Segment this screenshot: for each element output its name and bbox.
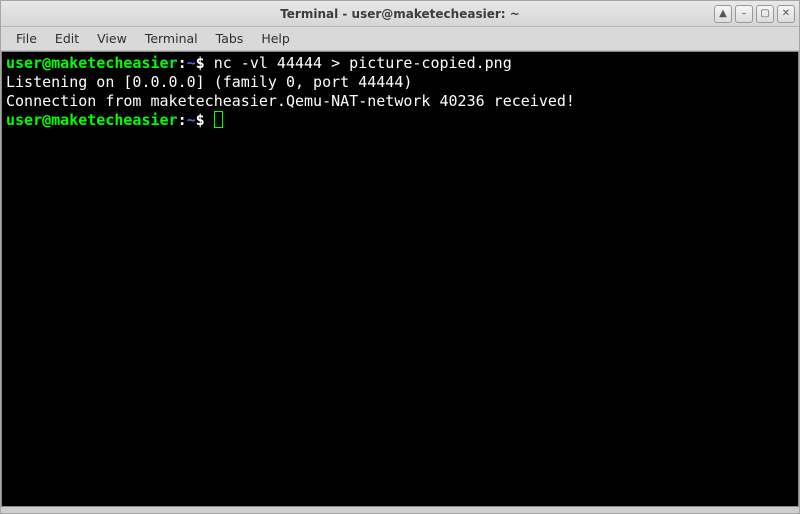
cursor <box>214 111 223 128</box>
output-text: Connection from maketecheasier.Qemu-NAT-… <box>6 92 575 110</box>
terminal-output-line: Listening on [0.0.0.0] (family 0, port 4… <box>6 73 794 92</box>
menu-edit[interactable]: Edit <box>46 28 88 49</box>
titlebar[interactable]: Terminal - user@maketecheasier: ~ ▲ – ▢ … <box>1 1 799 27</box>
prompt-user-host: user@maketecheasier <box>6 111 178 129</box>
prompt-path: ~ <box>187 111 196 129</box>
prompt-path: ~ <box>187 54 196 72</box>
maximize-button[interactable]: ▢ <box>756 5 774 23</box>
terminal-window: Terminal - user@maketecheasier: ~ ▲ – ▢ … <box>0 0 800 514</box>
prompt-separator: : <box>178 54 187 72</box>
prompt-dollar: $ <box>196 54 214 72</box>
menu-tabs[interactable]: Tabs <box>207 28 253 49</box>
prompt-user-host: user@maketecheasier <box>6 54 178 72</box>
menu-terminal[interactable]: Terminal <box>136 28 207 49</box>
menubar: File Edit View Terminal Tabs Help <box>1 27 799 51</box>
close-icon: ✕ <box>782 8 790 19</box>
triangle-up-icon: ▲ <box>719 8 727 19</box>
menu-view[interactable]: View <box>88 28 136 49</box>
maximize-icon: ▢ <box>760 8 769 19</box>
prompt-dollar: $ <box>196 111 214 129</box>
window-title: Terminal - user@maketecheasier: ~ <box>1 7 799 21</box>
ontop-button[interactable]: ▲ <box>714 5 732 23</box>
window-controls: ▲ – ▢ ✕ <box>711 5 799 23</box>
command-text: nc -vl 44444 > picture-copied.png <box>214 54 512 72</box>
terminal-prompt-line: user@maketecheasier:~$ <box>6 111 794 130</box>
window-bottom-border <box>1 507 799 513</box>
minimize-icon: – <box>742 8 747 19</box>
menu-help[interactable]: Help <box>252 28 299 49</box>
menu-file[interactable]: File <box>7 28 46 49</box>
terminal-output[interactable]: user@maketecheasier:~$ nc -vl 44444 > pi… <box>1 51 799 507</box>
terminal-prompt-line: user@maketecheasier:~$ nc -vl 44444 > pi… <box>6 54 794 73</box>
output-text: Listening on [0.0.0.0] (family 0, port 4… <box>6 73 412 91</box>
close-button[interactable]: ✕ <box>777 5 795 23</box>
prompt-separator: : <box>178 111 187 129</box>
minimize-button[interactable]: – <box>735 5 753 23</box>
terminal-output-line: Connection from maketecheasier.Qemu-NAT-… <box>6 92 794 111</box>
